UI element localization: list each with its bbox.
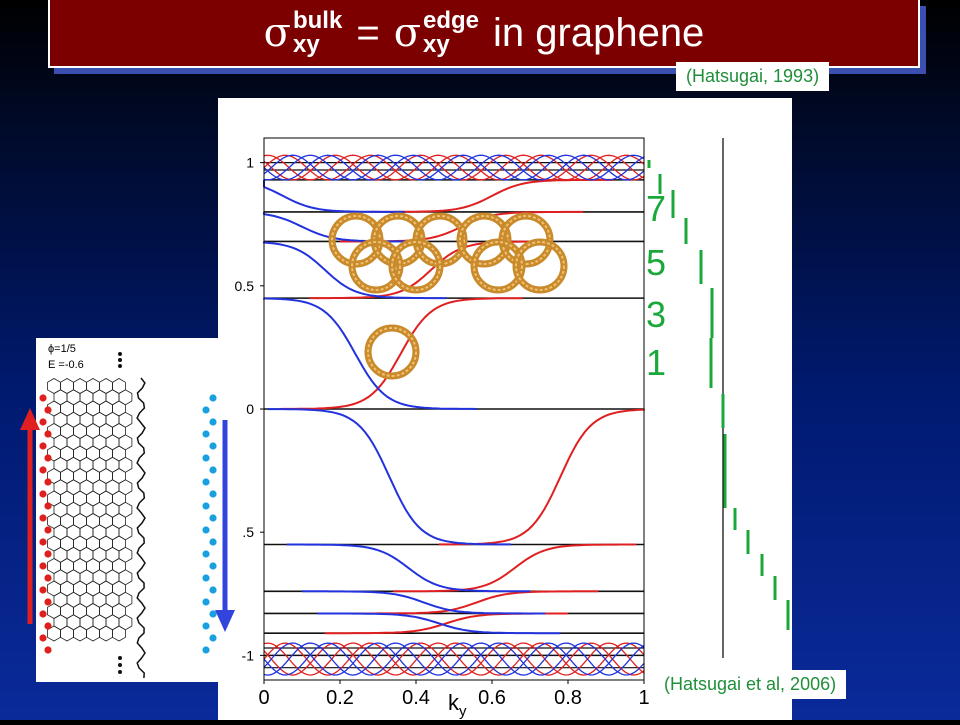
blue-edge-atom	[202, 478, 210, 486]
edge-state-curve-blue	[267, 408, 511, 546]
ellipsis-dot	[118, 358, 122, 362]
phi-label: ϕ=1/5	[48, 343, 76, 355]
blue-edge-atom	[202, 454, 210, 462]
citation-bottom: (Hatsugai et al, 2006)	[654, 670, 847, 699]
blue-edge-atom	[202, 406, 210, 414]
red-edge-atom	[39, 394, 47, 402]
blue-edge-atom	[202, 550, 210, 558]
hexagon-cell	[86, 625, 100, 642]
y-tick-label: -1	[242, 647, 255, 663]
hexagon-cell	[73, 625, 87, 642]
energy-label: E =-0.6	[48, 359, 84, 371]
blue-edge-atom	[202, 502, 210, 510]
edge-state-curve-red	[393, 543, 637, 593]
y-tick-label: 0.5	[235, 278, 255, 294]
x-tick-label: 0.6	[478, 687, 506, 709]
hexagon-cell	[99, 625, 113, 642]
x-tick-label: 0.2	[326, 687, 354, 709]
blue-edge-atom	[202, 646, 210, 654]
hexagon-cell	[112, 625, 126, 642]
title-sub-xy-1: xy	[292, 31, 320, 58]
ellipsis-dot	[118, 364, 122, 368]
edge-state-curve-blue	[286, 543, 530, 593]
lattice-break-line	[136, 377, 146, 679]
hall-number-5: 5	[646, 242, 667, 283]
title-sup-bulk: bulk	[292, 7, 343, 34]
x-tick-label: 1	[638, 687, 649, 709]
blue-edge-atom	[202, 430, 210, 438]
edge-state-curve-blue	[317, 612, 561, 635]
red-edge-atom	[44, 646, 52, 654]
blue-edge-atom	[202, 574, 210, 582]
red-edge-arrow	[20, 408, 40, 624]
edge-state-curve-red	[438, 408, 645, 546]
x-axis-label: ky	[448, 690, 467, 720]
y-tick-label: 0	[246, 401, 254, 417]
blue-edge-atom	[202, 526, 210, 534]
blue-edge-atom	[209, 394, 217, 402]
y-tick-label: 1	[246, 155, 254, 171]
title-tail: in graphene	[493, 10, 705, 55]
slide-title: σ bulk xy = σ edge xy in graphene	[48, 0, 920, 68]
ellipsis-dot	[118, 352, 122, 356]
x-tick-label: 0.4	[402, 687, 430, 709]
hall-number-7: 7	[646, 188, 667, 229]
sigma-symbol-2: σ	[393, 10, 421, 56]
citation-top: (Hatsugai, 1993)	[676, 62, 830, 91]
edge-state-curve-red	[370, 178, 614, 213]
spectrum-chart: 10.500.5-1 00.20.40.60.81 E ky	[216, 137, 790, 720]
title-sup-edge: edge	[423, 7, 480, 34]
ellipsis-dot	[118, 656, 122, 660]
edge-state-curve-blue	[263, 179, 405, 213]
hall-number-3: 3	[646, 294, 667, 335]
sigma-symbol-1: σ	[263, 10, 291, 56]
red-edge-atom	[39, 634, 47, 642]
ellipsis-dot	[118, 663, 122, 667]
hexagon-cell	[60, 625, 74, 642]
edge-state-curve-red	[279, 297, 523, 410]
hall-number-1: 1	[646, 342, 667, 383]
spectrum-panel: 10.500.5-1 00.20.40.60.81 E ky 7 5 3 1	[216, 98, 792, 720]
x-tick-label: 0	[258, 687, 269, 709]
title-equals: =	[356, 10, 380, 55]
edge-state-curve-red	[324, 612, 568, 635]
x-tick-label: 0.8	[554, 687, 582, 709]
blue-edge-arrow	[215, 420, 235, 632]
blue-edge-atom	[202, 622, 210, 630]
ellipsis-dot	[118, 670, 122, 674]
title-sub-xy-2: xy	[423, 31, 450, 58]
blue-edge-atom	[202, 598, 210, 606]
